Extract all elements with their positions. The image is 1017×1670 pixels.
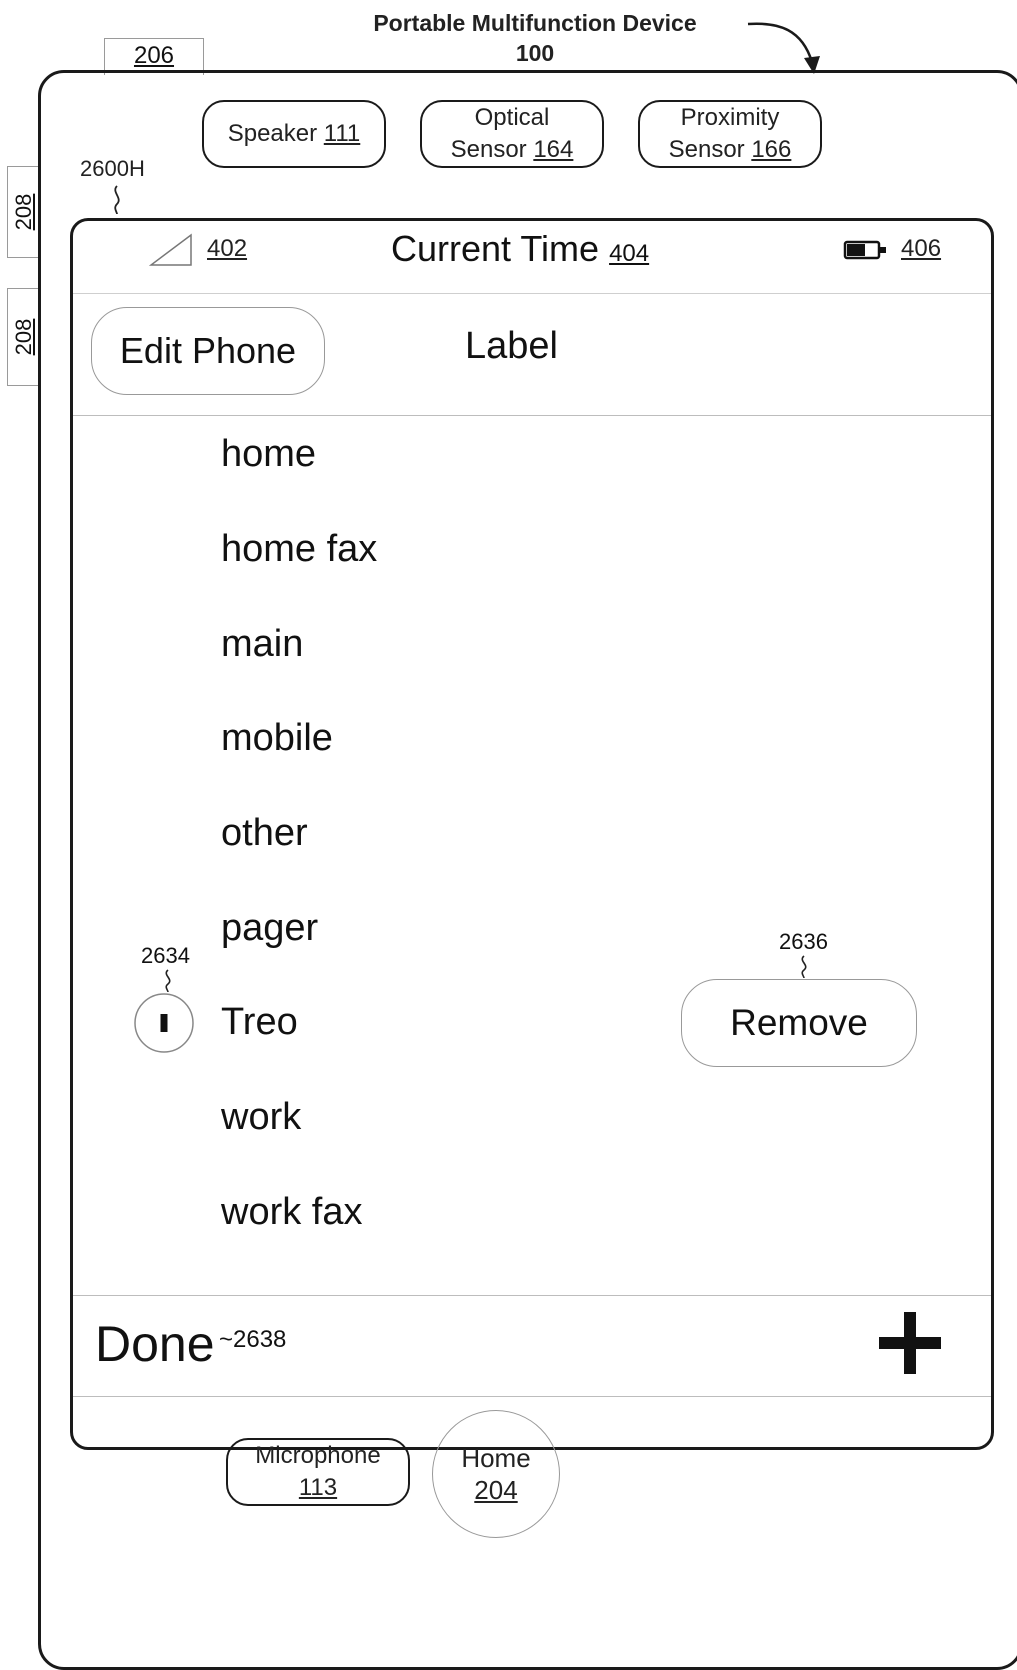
ref-208-bottom-label: 208 <box>11 318 36 356</box>
done-label: Done <box>95 1316 215 1372</box>
microphone-label: Microphone <box>255 1442 381 1469</box>
bottom-toolbar: Done ~2638 <box>73 1295 991 1397</box>
ref-206-label: 206 <box>133 42 175 69</box>
remove-button[interactable]: Remove <box>681 979 917 1067</box>
optical-sensor: Optical Sensor 164 <box>420 100 604 168</box>
microphone: Microphone 113 <box>226 1438 410 1506</box>
ref-2636-label: 2636 <box>779 929 828 954</box>
current-time-label: Current Time <box>391 228 600 269</box>
label-item-work-fax[interactable]: work fax <box>221 1187 362 1237</box>
device-pointer-arrow-icon <box>747 22 820 74</box>
side-button-top[interactable]: 208 <box>7 166 40 258</box>
label-item-work[interactable]: work <box>221 1092 301 1142</box>
status-bar: 402 Current Time 404 406 <box>73 221 991 294</box>
optical-sensor-label2: Sensor <box>450 136 527 163</box>
figure-title: Portable Multifunction Device 100 <box>300 8 770 68</box>
proximity-sensor-ref: 166 <box>751 136 792 163</box>
optical-sensor-ref: 164 <box>533 136 574 163</box>
ref-2634-label: 2634 <box>141 943 190 968</box>
ref-2636-squiggle-icon <box>801 955 807 979</box>
ref-2638-callout: ~2638 <box>219 1326 287 1353</box>
battery-icon <box>843 240 886 260</box>
remove-label: Remove <box>730 1002 868 1043</box>
done-button[interactable]: Done <box>95 1314 215 1374</box>
touch-screen: 402 Current Time 404 406 Edit Phone Labe… <box>70 218 994 1450</box>
label-item-home[interactable]: home <box>221 429 316 479</box>
proximity-sensor-label: Proximity <box>680 104 780 131</box>
ref-2638-label: 2638 <box>233 1326 287 1353</box>
label-item-main[interactable]: main <box>221 619 303 669</box>
ref-2600H-label: 2600H <box>80 156 145 181</box>
label-item-mobile[interactable]: mobile <box>221 713 333 763</box>
ref-2600H-squiggle-icon <box>114 185 120 215</box>
ref-2634-squiggle-icon <box>165 969 171 993</box>
figure-title-line2: 100 <box>515 40 555 66</box>
microphone-ref: 113 <box>298 1474 338 1501</box>
speaker-label: Speaker <box>227 120 318 147</box>
home-label: Home <box>461 1443 531 1473</box>
battery-ref: 406 <box>901 235 942 262</box>
optical-sensor-label: Optical <box>474 104 550 131</box>
speaker-ref: 111 <box>323 120 361 147</box>
label-item-treo[interactable]: Treo <box>221 997 298 1047</box>
proximity-sensor-label2: Sensor <box>668 136 745 163</box>
figure-title-line1: Portable Multifunction Device <box>373 10 697 36</box>
side-button-bottom[interactable]: 208 <box>7 288 40 386</box>
home-button[interactable]: Home 204 <box>432 1410 560 1538</box>
edit-phone-button[interactable]: Edit Phone <box>91 307 325 395</box>
status-time: Current Time 404 <box>391 227 649 276</box>
label-item-pager[interactable]: pager <box>221 903 318 953</box>
signal-ref: 402 <box>207 235 248 262</box>
edit-phone-label: Edit Phone <box>119 330 297 371</box>
signal-strength-icon <box>149 233 192 266</box>
home-ref: 204 <box>474 1475 518 1505</box>
plus-icon[interactable] <box>875 1308 945 1378</box>
label-item-home-fax[interactable]: home fax <box>221 524 377 574</box>
speaker: Speaker 111 <box>202 100 386 168</box>
nav-title: Label <box>465 325 558 367</box>
nav-bar: Edit Phone Label <box>73 293 991 416</box>
current-time-ref: 404 <box>609 240 650 267</box>
ref-208-top-label: 208 <box>11 193 36 231</box>
label-item-other[interactable]: other <box>221 808 308 858</box>
proximity-sensor: Proximity Sensor 166 <box>638 100 822 168</box>
delete-rotated-icon[interactable] <box>133 992 195 1054</box>
